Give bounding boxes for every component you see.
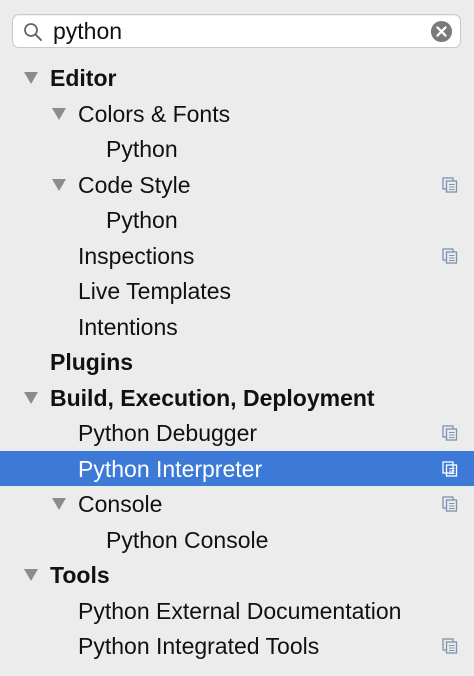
tree-item[interactable]: Plugins: [0, 344, 474, 380]
tree-item[interactable]: Python: [0, 202, 474, 238]
tree-item[interactable]: Code Style: [0, 167, 474, 203]
tree-item-label: Colors & Fonts: [78, 100, 231, 127]
search-icon: [24, 23, 42, 41]
tree-item-label: Tools: [50, 562, 110, 588]
expand-arrow-icon[interactable]: [24, 569, 38, 581]
project-scope-icon: [442, 425, 458, 441]
tree-item-label: Python Console: [106, 526, 269, 553]
expand-arrow-icon[interactable]: [52, 178, 66, 191]
tree-item[interactable]: Python Debugger: [0, 415, 474, 451]
tree-item[interactable]: Editor: [0, 60, 474, 96]
tree-item[interactable]: Python Integrated Tools: [0, 628, 474, 664]
tree-item-label: Inspections: [78, 242, 195, 269]
tree-item-label: Python: [106, 207, 178, 233]
tree-item[interactable]: Build, Execution, Deployment: [0, 380, 474, 416]
tree-item-label: Python Integrated Tools: [78, 633, 320, 659]
tree-item-label: Live Templates: [78, 278, 231, 304]
tree-item-label: Plugins: [50, 349, 134, 375]
tree-item-label: Editor: [50, 65, 117, 91]
settings-tree: Editor Colors & Fonts Python Code Style Pyth…: [0, 60, 474, 664]
clear-icon[interactable]: [430, 20, 453, 43]
expand-arrow-icon[interactable]: [24, 72, 38, 84]
search-input[interactable]: [53, 18, 413, 45]
tree-item-label: Intentions: [78, 313, 178, 340]
tree-item[interactable]: Tools: [0, 557, 474, 593]
tree-item[interactable]: Python External Documentation: [0, 593, 474, 629]
tree-item-label: Build, Execution, Deployment: [50, 384, 375, 411]
tree-item-label: Console: [78, 491, 163, 517]
tree-item[interactable]: Python Interpreter: [0, 450, 474, 486]
tree-item-label: Python: [106, 136, 178, 162]
tree-item[interactable]: Console: [0, 486, 474, 522]
tree-item-label: Python Interpreter: [78, 455, 263, 482]
tree-item-label: Code Style: [78, 171, 191, 198]
tree-item-label: Python External Documentation: [78, 597, 402, 624]
project-scope-icon: [442, 638, 458, 654]
tree-item[interactable]: Intentions: [0, 309, 474, 345]
tree-item[interactable]: Python Console: [0, 522, 474, 558]
project-scope-icon: [442, 247, 458, 264]
project-scope-icon: [442, 460, 458, 477]
tree-item[interactable]: Live Templates: [0, 273, 474, 309]
project-scope-icon: [442, 496, 458, 512]
tree-item[interactable]: Inspections: [0, 238, 474, 274]
project-scope-icon: [442, 176, 458, 193]
expand-arrow-icon[interactable]: [52, 498, 66, 510]
settings-search-box[interactable]: [12, 14, 461, 48]
tree-item-label: Python Debugger: [78, 420, 258, 446]
expand-arrow-icon[interactable]: [52, 107, 66, 120]
tree-item[interactable]: Python: [0, 131, 474, 167]
expand-arrow-icon[interactable]: [24, 391, 38, 404]
tree-item[interactable]: Colors & Fonts: [0, 96, 474, 132]
